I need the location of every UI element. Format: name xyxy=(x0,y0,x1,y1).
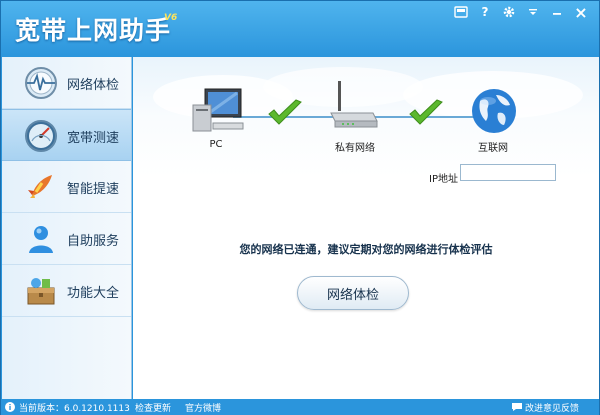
router-icon xyxy=(330,81,378,128)
status-bar: 当前版本：6.0.1210.1113 检查更新 官方微博 改进意见反馈 xyxy=(1,399,599,415)
user-icon xyxy=(29,226,53,253)
node-label-pc: PC xyxy=(209,139,223,150)
menu-icon[interactable] xyxy=(521,2,545,22)
check-icon xyxy=(268,99,302,125)
network-check-button[interactable]: 网络体检 xyxy=(297,276,409,310)
help-icon[interactable]: ? xyxy=(473,2,497,22)
rocket-icon xyxy=(28,175,52,198)
skin-icon[interactable] xyxy=(449,2,473,22)
sidebar: 网络体检 宽带测速 智能提速 自助服务 功能大全 xyxy=(2,57,132,399)
info-icon xyxy=(5,402,15,412)
sidebar-item-speed-test[interactable]: 宽带测速 xyxy=(2,109,131,161)
sidebar-item-label: 网络体检 xyxy=(67,78,120,93)
sidebar-item-label: 功能大全 xyxy=(67,286,120,301)
toolbox-icon xyxy=(27,278,55,305)
app-window: 宽带上网助手 V6 ? × 网络体检 宽带测速 智能提速 自助服务 功能大全 P… xyxy=(0,0,600,415)
close-icon[interactable]: × xyxy=(569,2,593,22)
sidebar-item-label: 宽带测速 xyxy=(67,131,120,146)
minimize-icon[interactable] xyxy=(545,2,569,22)
ip-address-input[interactable] xyxy=(460,164,556,181)
version-text: 当前版本：6.0.1210.1113 xyxy=(19,404,130,414)
app-title: 宽带上网助手 xyxy=(15,16,172,45)
ip-address-label: IP地址 xyxy=(429,174,458,185)
check-icon xyxy=(409,99,443,125)
gear-icon[interactable] xyxy=(497,2,521,22)
check-update-link[interactable]: 检查更新 xyxy=(135,401,171,414)
status-message: 您的网络已连通，建议定期对您的网络进行体检评估 xyxy=(239,243,493,256)
title-bar[interactable]: 宽带上网助手 V6 ? × xyxy=(1,1,599,57)
sidebar-item-smart-boost[interactable]: 智能提速 xyxy=(2,161,131,213)
sidebar-item-label: 自助服务 xyxy=(67,234,120,249)
window-controls: ? × xyxy=(449,2,593,22)
heartbeat-globe-icon xyxy=(25,67,57,99)
pc-icon xyxy=(192,88,244,132)
main-panel: PC 私有网络 互联网 IP地址 您的网络已连通，建议定期对您的网络进行体检评估… xyxy=(133,57,599,399)
feedback-link[interactable]: 改进意见反馈 xyxy=(525,401,579,414)
official-weibo-link[interactable]: 官方微博 xyxy=(185,401,221,414)
feedback-icon xyxy=(512,403,522,411)
globe-icon xyxy=(472,89,516,133)
speedometer-icon xyxy=(25,120,57,152)
sidebar-item-all-features[interactable]: 功能大全 xyxy=(2,265,131,317)
app-version: V6 xyxy=(164,13,178,23)
sidebar-item-label: 智能提速 xyxy=(67,182,120,197)
node-label-private-network: 私有网络 xyxy=(335,143,375,154)
sidebar-item-self-service[interactable]: 自助服务 xyxy=(2,213,131,265)
node-label-internet: 互联网 xyxy=(478,143,508,154)
sidebar-item-network-check[interactable]: 网络体检 xyxy=(2,57,131,109)
